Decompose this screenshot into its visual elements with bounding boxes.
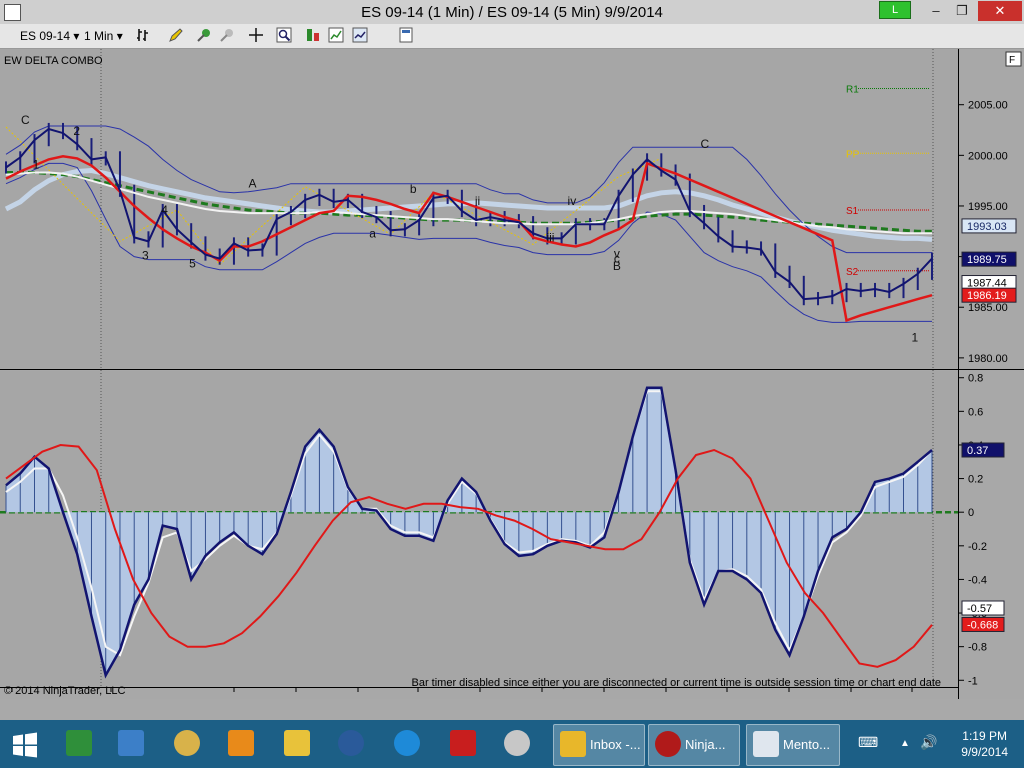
instrument-selector[interactable]: ES 09-14 ▾ (20, 27, 79, 45)
price-tick-label: 2005.00 (968, 100, 1008, 112)
taskbar-app-outlook[interactable]: Inbox -... (553, 724, 645, 766)
wave-label: iii (546, 230, 554, 244)
tray-expand-icon[interactable]: ▲ (900, 738, 910, 749)
keyboard-icon[interactable]: ⌨ (858, 734, 878, 751)
chart-icon[interactable] (328, 27, 344, 43)
window-title: ES 09-14 (1 Min) / ES 09-14 (5 Min) 9/9/… (361, 4, 663, 21)
ninjatrader-icon (655, 731, 681, 757)
wave-label: A (248, 177, 256, 191)
wave-label: 3 (142, 249, 149, 263)
bar-type-icon[interactable] (136, 27, 152, 43)
wave-label: iv (568, 194, 577, 208)
taskbar-app-ninjatrader[interactable]: Ninja... (648, 724, 740, 766)
taskbar-app-explorer[interactable] (278, 724, 322, 764)
connection-indicator: L (879, 1, 911, 19)
data-series-icon[interactable] (305, 27, 321, 43)
chevron-down-icon: ▾ (73, 29, 80, 43)
clock-date: 9/9/2014 (961, 745, 1008, 759)
pencil-icon[interactable] (168, 27, 184, 43)
restore-button[interactable]: ❐ (947, 1, 977, 21)
taskbar-app-compass[interactable] (498, 724, 542, 764)
osc-badge-label: 0.37 (967, 445, 988, 457)
wave-label: 2 (73, 124, 80, 138)
palette-icon (174, 730, 200, 756)
price-badge-label: 1989.75 (967, 254, 1007, 266)
osc-tick-label: 0.6 (968, 406, 983, 418)
compass-icon (504, 730, 530, 756)
taskbar-app-media[interactable] (222, 724, 266, 764)
f-button-label: F (1009, 55, 1015, 66)
status-message: Bar timer disabled since either you are … (412, 677, 942, 689)
taskbar-app-control-panel[interactable] (112, 724, 156, 764)
osc-tick-label: 0 (968, 507, 974, 519)
template-icon[interactable] (398, 27, 414, 43)
price-tick-label: 1980.00 (968, 353, 1008, 365)
pivot-label: PP (846, 149, 860, 160)
wave-label: 1 (912, 331, 919, 345)
system-clock[interactable]: 1:19 PM 9/9/2014 (961, 728, 1008, 760)
price-badge-label: 1986.19 (967, 290, 1007, 302)
price-tick-label: 1995.00 (968, 201, 1008, 213)
indicator-icon[interactable] (196, 27, 212, 43)
osc-tick-label: 0.2 (968, 474, 983, 486)
wave-label: C (700, 137, 709, 151)
outlook-icon (560, 731, 586, 757)
wave-label: B (613, 259, 621, 273)
wave-label: C (21, 113, 30, 127)
wave-label: ii (475, 194, 480, 208)
taskbar-app-paint[interactable] (168, 724, 212, 764)
pivot-label: S2 (846, 267, 859, 278)
chart-toolbar: ES 09-14 ▾ 1 Min ▾ (0, 24, 1024, 49)
wave-label: 4 (161, 203, 168, 217)
osc-tick-label: -0.2 (968, 541, 987, 553)
windows-start-icon[interactable] (12, 732, 38, 758)
interval-label: 1 Min (84, 29, 114, 43)
internet-explorer-icon (394, 730, 420, 756)
control-panel-icon (118, 730, 144, 756)
clock-time: 1:19 PM (962, 729, 1007, 743)
price-badge-label: 1993.03 (967, 221, 1007, 233)
taskbar-app-kaspersky[interactable] (444, 724, 488, 764)
strategy-icon[interactable] (219, 27, 235, 43)
copyright-text: © 2014 NinjaTrader, LLC (4, 685, 125, 697)
wave-label: a (369, 226, 376, 240)
windows-taskbar: Inbox -... Ninja... Mento... ⌨ ▲ 🔊 1:19 … (0, 720, 1024, 768)
properties-icon[interactable] (352, 27, 368, 43)
close-button[interactable]: ✕ (978, 1, 1022, 21)
osc-tick-label: -0.4 (968, 574, 987, 586)
osc-badge-label: -0.668 (967, 619, 998, 631)
volume-icon[interactable]: 🔊 (920, 734, 937, 751)
window-titlebar: ES 09-14 (1 Min) / ES 09-14 (5 Min) 9/9/… (0, 0, 1024, 24)
osc-tick-label: -0.8 (968, 642, 987, 654)
wave-label: b (410, 182, 417, 196)
chart-canvas[interactable]: EW DELTA COMBO F R1 PP S1 S2 C 2 1 4 3 5 A b a ii iv ii… (0, 49, 1024, 699)
price-tick-label: 1985.00 (968, 302, 1008, 314)
taskbar-app-quicktime[interactable] (332, 724, 376, 764)
media-player-icon (228, 730, 254, 756)
reader-icon (66, 730, 92, 756)
taskbar-app-ie[interactable] (388, 724, 432, 764)
osc-badge-label: -0.57 (967, 603, 992, 615)
kaspersky-icon (450, 730, 476, 756)
folder-icon (284, 730, 310, 756)
osc-tick-label: -1 (968, 675, 978, 687)
taskbar-app-reader[interactable] (60, 724, 104, 764)
document-icon (753, 731, 779, 757)
chevron-down-icon: ▾ (116, 29, 123, 43)
taskbar-app-mentor[interactable]: Mento... (746, 724, 840, 766)
zoom-icon[interactable] (276, 27, 292, 43)
pivot-label: R1 (846, 84, 859, 95)
wave-label: 1 (33, 157, 40, 171)
price-tick-label: 2000.00 (968, 150, 1008, 162)
pivot-label: S1 (846, 206, 859, 217)
indicator-label: EW DELTA COMBO (4, 55, 103, 67)
instrument-label: ES 09-14 (20, 29, 71, 43)
crosshair-icon[interactable] (248, 27, 264, 43)
osc-tick-label: 0.8 (968, 373, 983, 385)
interval-selector[interactable]: 1 Min ▾ (84, 27, 123, 45)
quicktime-icon (338, 730, 364, 756)
wave-label: 5 (189, 257, 196, 271)
chart-area[interactable]: EW DELTA COMBO F R1 PP S1 S2 C 2 1 4 3 5 Ab a ii iv ii… (0, 49, 1024, 699)
